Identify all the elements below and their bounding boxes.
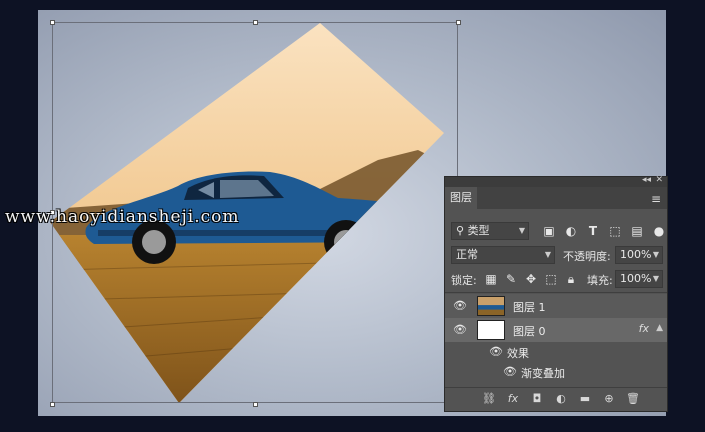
panel-menu-icon[interactable]: ≡ [651,192,661,206]
shape-filter-icon[interactable]: ⬚ [607,223,623,239]
layers-panel: ◂◂ ✕ 图层 ≡ ⚲ 类型 ▼ ▣ ◐ T ⬚ ▤ ● 正常 ▼ 不透明度: … [444,175,668,412]
search-icon: ⚲ [456,224,465,237]
transform-handle[interactable] [253,402,258,407]
lock-row: 锁定: ▦ ✎ ✥ ⬚ 🔒︎ 填充: 100% ▼ [445,268,667,290]
transform-handle[interactable] [50,20,55,25]
artboard-lock-icon[interactable]: ⬚ [543,271,559,287]
chevron-down-icon: ▼ [652,274,659,283]
chevron-down-icon: ▼ [518,226,525,235]
chevron-up-icon[interactable]: ▲ [656,323,663,333]
layer-thumbnail [477,296,505,316]
effect-item-row[interactable]: 👁︎ 渐变叠加 [445,362,667,382]
fill-label: 填充: [587,274,613,287]
transform-handle[interactable] [253,20,258,25]
eye-icon[interactable]: 👁︎ [453,299,467,313]
eye-icon[interactable]: 👁︎ [503,365,517,379]
chevron-down-icon: ▼ [544,250,551,259]
layer-name: 图层 1 [513,301,546,314]
link-layers-icon[interactable]: ⛓ [481,391,497,407]
add-mask-icon[interactable]: ◘ [529,391,545,407]
layer-row[interactable]: 👁︎ 图层 1 [445,294,667,318]
filter-toggle-icon[interactable]: ● [651,223,667,239]
blend-row: 正常 ▼ 不透明度: 100% ▼ [445,244,667,266]
lock-all-icon[interactable]: 🔒︎ [563,271,579,287]
new-layer-icon[interactable]: ⊕ [601,391,617,407]
panel-tabbar: 图层 ≡ [445,187,667,209]
opacity-field[interactable]: 100% ▼ [615,246,663,264]
adjustment-layer-icon[interactable]: ◐ [553,391,569,407]
effects-label: 效果 [507,347,529,360]
add-style-icon[interactable]: fx [505,391,521,407]
lock-image-icon[interactable]: ✎ [503,271,519,287]
layer-thumbnail [477,320,505,340]
adjustment-filter-icon[interactable]: ◐ [563,223,579,239]
layer-name: 图层 0 [513,325,546,338]
tab-layers[interactable]: 图层 [445,187,477,209]
filter-type-label: 类型 [467,224,490,237]
panel-footer-toolbar: ⛓ fx ◘ ◐ ▬ ⊕ 🗑︎ [445,387,667,411]
layer-row[interactable]: 👁︎ 图层 0 fx ▲ [445,318,667,342]
lock-transparency-icon[interactable]: ▦ [483,271,499,287]
divider [445,292,667,293]
fill-value: 100% [620,272,652,285]
type-filter-icon[interactable]: T [585,223,601,239]
lock-position-icon[interactable]: ✥ [523,271,539,287]
collapse-icon[interactable]: ◂◂ [642,175,651,185]
layer-effects-badge[interactable]: fx [639,322,649,335]
layer-filter-select[interactable]: ⚲ 类型 ▼ [451,222,529,240]
opacity-value: 100% [620,248,652,261]
blend-mode-label: 正常 [456,248,478,261]
transform-handle[interactable] [50,402,55,407]
blend-mode-select[interactable]: 正常 ▼ [451,246,555,264]
eye-icon[interactable]: 👁︎ [453,323,467,337]
lock-label: 锁定: [451,274,477,287]
panel-header-strip: ◂◂ ✕ [445,175,667,187]
fill-field[interactable]: 100% ▼ [615,270,663,288]
opacity-label: 不透明度: [563,250,611,263]
chevron-down-icon: ▼ [652,250,659,259]
transform-handle[interactable] [456,20,461,25]
eye-icon[interactable]: 👁︎ [489,345,503,359]
filter-row: ⚲ 类型 ▼ ▣ ◐ T ⬚ ▤ ● [445,220,667,242]
pixel-filter-icon[interactable]: ▣ [541,223,557,239]
watermark-text: www.haoyidiansheji.com [5,207,240,227]
effect-item-label: 渐变叠加 [521,367,565,380]
delete-layer-icon[interactable]: 🗑︎ [625,391,641,407]
smart-object-filter-icon[interactable]: ▤ [629,223,645,239]
close-panel-icon[interactable]: ✕ [655,175,663,185]
effects-row[interactable]: 👁︎ 效果 [445,342,667,362]
new-group-icon[interactable]: ▬ [577,391,593,407]
